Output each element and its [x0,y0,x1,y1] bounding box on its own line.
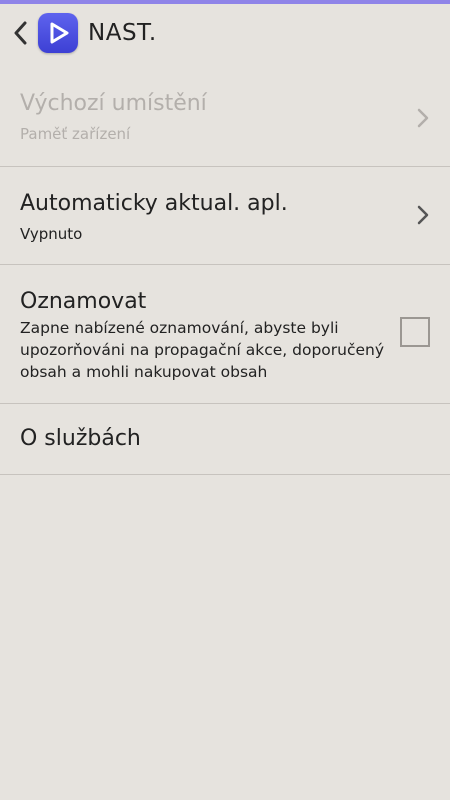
notify-checkbox[interactable] [400,317,430,347]
setting-default-location[interactable]: Výchozí umístění Paměť zařízení [0,68,450,167]
setting-title: Automaticky aktual. apl. [20,191,288,216]
setting-auto-update[interactable]: Automaticky aktual. apl. Vypnuto [0,167,450,265]
setting-description: Zapne nabízené oznamování, abyste byli u… [20,319,385,381]
play-triangle-icon [50,22,69,44]
setting-value: Vypnuto [20,225,83,243]
settings-list: Výchozí umístění Paměť zařízení Automati… [0,68,450,475]
chevron-right-icon [417,108,429,128]
setting-title: Výchozí umístění [20,91,207,116]
setting-value: Paměť zařízení [20,125,131,143]
action-bar: NAST. [0,4,450,62]
settings-screen: NAST. Výchozí umístění Paměť zařízení Au… [0,0,450,800]
setting-about-services[interactable]: O službách [0,404,450,475]
chevron-right-icon [417,205,429,225]
app-icon [38,13,78,53]
chevron-left-icon [14,21,27,45]
back-button[interactable] [2,4,38,62]
setting-notify[interactable]: Oznamovat Zapne nabízené oznamování, aby… [0,265,450,404]
setting-title: O službách [20,426,141,451]
setting-title: Oznamovat [20,289,147,314]
page-title: NAST. [88,20,157,46]
